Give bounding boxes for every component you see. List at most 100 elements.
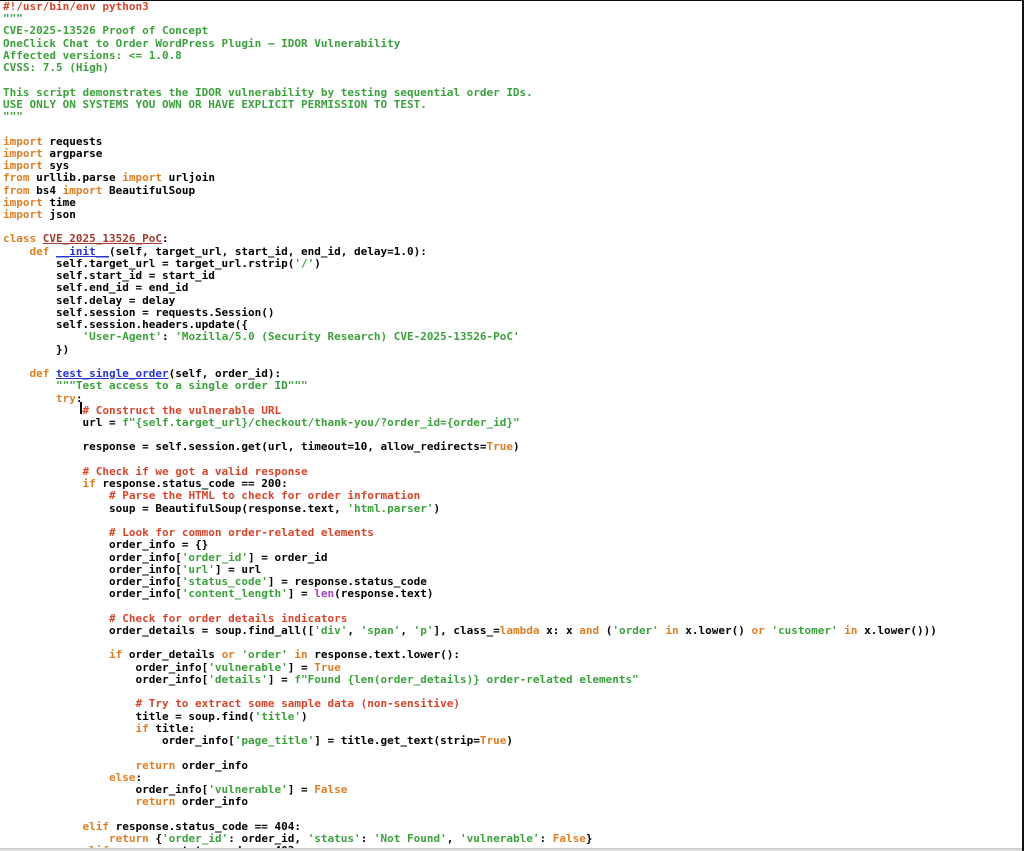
code-token: BeautifulSoup <box>102 184 195 197</box>
code-token: : <box>162 330 175 343</box>
code-token: url = <box>3 416 122 429</box>
code-line: import json <box>3 209 1023 221</box>
code-token: from <box>3 171 30 184</box>
code-token: order_info[ <box>3 575 182 588</box>
code-area[interactable]: #!/usr/bin/env python3"""CVE-2025-13526 … <box>3 1 1023 851</box>
code-token: """ <box>3 110 23 123</box>
code-token: , <box>447 832 460 845</box>
code-token: and <box>579 624 599 637</box>
code-line: #!/usr/bin/env python3 <box>3 1 1023 13</box>
code-token: in <box>665 624 678 637</box>
code-token: order_info[ <box>3 661 208 674</box>
code-token: order_info[ <box>3 563 182 576</box>
code-line: order_info['page_title'] = title.get_tex… <box>3 735 1023 747</box>
code-token <box>36 232 43 245</box>
code-token: 'order_id' <box>162 832 228 845</box>
code-token: if <box>82 477 95 490</box>
code-token: (self, order_id): <box>169 367 282 380</box>
code-line: 'User-Agent': 'Mozilla/5.0 (Security Res… <box>3 331 1023 343</box>
code-token: ] = <box>268 673 295 686</box>
code-token: True <box>314 661 341 674</box>
code-token: import <box>3 196 43 209</box>
code-line: """ <box>3 111 1023 123</box>
code-line: CVSS: 7.5 (High) <box>3 62 1023 74</box>
code-token: 'order' <box>241 648 287 661</box>
code-token: x.lower() <box>679 624 752 637</box>
code-token: 'Mozilla/5.0 (Security Research) CVE-202… <box>175 330 519 343</box>
code-token: x: x <box>540 624 580 637</box>
code-token <box>3 379 56 392</box>
code-token: CVE_2025_13526_PoC <box>43 232 162 245</box>
code-token: __init__ <box>56 245 109 258</box>
code-token: argparse <box>43 147 103 160</box>
code-token: or <box>751 624 764 637</box>
code-token: len <box>314 587 334 600</box>
code-token: return <box>109 832 149 845</box>
code-token: if <box>135 722 148 735</box>
code-token: 'order' <box>612 624 658 637</box>
code-token: 'span' <box>361 624 401 637</box>
code-line: order_info['content_length'] = len(respo… <box>3 588 1023 600</box>
code-token: response.status_code == 200: <box>96 477 288 490</box>
code-token: ] = <box>288 783 315 796</box>
code-line: order_info['details'] = f"Found {len(ord… <box>3 674 1023 686</box>
code-token: ) <box>314 257 321 270</box>
code-token: soup = BeautifulSoup(response.text, <box>3 502 347 515</box>
code-token: USE ONLY ON SYSTEMS YOU OWN OR HAVE EXPL… <box>3 98 427 111</box>
code-token: ] = order_id <box>248 551 327 564</box>
code-token <box>3 820 82 833</box>
code-token: time <box>43 196 76 209</box>
code-token: response.status_code == 404: <box>109 820 301 833</box>
code-token <box>3 832 109 845</box>
code-token: }) <box>3 343 69 356</box>
code-token: # Construct the vulnerable URL <box>82 404 281 417</box>
code-token: def <box>30 367 50 380</box>
code-line: order_details = soup.find_all(['div', 's… <box>3 625 1023 637</box>
code-token: : <box>361 832 374 845</box>
code-token: ) <box>301 710 308 723</box>
code-token <box>3 465 82 478</box>
code-token <box>3 367 30 380</box>
code-token: False <box>314 783 347 796</box>
code-token: ) <box>506 734 513 747</box>
code-token: (response.text) <box>334 587 433 600</box>
code-token: try <box>56 392 76 405</box>
code-line: url = f"{self.target_url}/checkout/thank… <box>3 417 1023 429</box>
code-token <box>49 245 56 258</box>
code-line: """Test access to a single order ID""" <box>3 380 1023 392</box>
code-token: OneClick Chat to Order WordPress Plugin … <box>3 37 400 50</box>
code-token: order_info <box>175 795 248 808</box>
code-line <box>3 123 1023 135</box>
code-token: 'vulnerable' <box>460 832 539 845</box>
code-token: #!/usr/bin/env python3 <box>3 0 149 13</box>
code-token: else <box>109 771 136 784</box>
code-token: ] = <box>288 661 315 674</box>
code-token: 'p' <box>414 624 434 637</box>
code-line: return order_info <box>3 760 1023 772</box>
code-token: x.lower())) <box>857 624 936 637</box>
code-token: : <box>540 832 553 845</box>
code-token: urljoin <box>162 171 215 184</box>
code-token: 'status' <box>308 832 361 845</box>
code-token: return <box>135 759 175 772</box>
code-token: ) <box>513 440 520 453</box>
code-token: response.text.lower(): <box>308 648 460 661</box>
code-token: import <box>3 208 43 221</box>
code-token: order_info = {} <box>3 538 208 551</box>
code-token: True <box>486 440 513 453</box>
code-token: test_single_order <box>56 367 169 380</box>
code-token: self.session.headers.update({ <box>3 318 248 331</box>
code-line: USE ONLY ON SYSTEMS YOU OWN OR HAVE EXPL… <box>3 99 1023 111</box>
code-token: True <box>480 734 507 747</box>
code-line: return order_info <box>3 796 1023 808</box>
code-token: Affected versions: <= 1.0.8 <box>3 49 182 62</box>
window-top-edge <box>0 0 1024 1</box>
code-token: self.session = requests.Session() <box>3 306 275 319</box>
code-token: ] = <box>288 587 315 600</box>
code-token: # Try to extract some sample data (non-s… <box>135 697 460 710</box>
code-token: , <box>347 624 360 637</box>
code-token: or <box>222 648 235 661</box>
code-token <box>3 648 109 661</box>
code-token: 'title' <box>255 710 301 723</box>
code-token: False <box>553 832 586 845</box>
